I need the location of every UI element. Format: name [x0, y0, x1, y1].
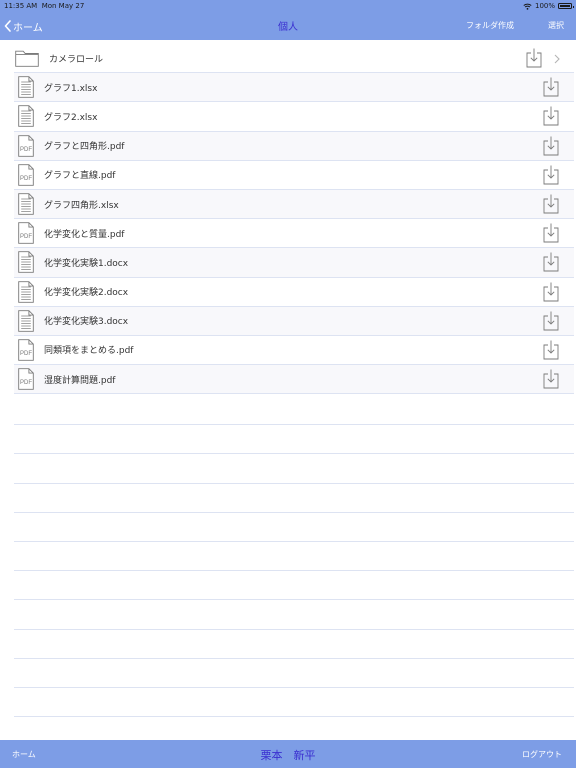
empty-row: [14, 454, 574, 484]
file-name: 化学変化実験2.docx: [44, 288, 129, 299]
download-icon[interactable]: [543, 311, 559, 331]
empty-row: [14, 513, 574, 542]
download-icon[interactable]: [543, 223, 559, 243]
folder-row[interactable]: カメラロール: [14, 44, 574, 74]
status-clock: 11:35 AM: [4, 2, 38, 10]
empty-row: [14, 600, 574, 630]
file-name: 化学変化と質量.pdf: [44, 229, 125, 240]
empty-row: [14, 659, 574, 688]
folder-icon: [15, 50, 39, 67]
download-icon[interactable]: [543, 252, 559, 272]
back-button-label: ホーム: [13, 22, 43, 34]
pdf-icon: PDF: [18, 368, 34, 390]
pdf-icon: PDF: [18, 164, 34, 186]
page-title: 個人: [278, 22, 298, 33]
status-time: 11:35 AM Mon May 27: [4, 2, 84, 10]
file-row[interactable]: 化学変化実験2.docx: [14, 278, 574, 307]
document-icon: [18, 310, 34, 332]
download-icon[interactable]: [543, 165, 559, 185]
pdf-icon: PDF: [18, 134, 34, 157]
chevron-right-icon: [554, 54, 560, 64]
status-date: Mon May 27: [41, 2, 85, 10]
pdf-badge-label: PDF: [20, 234, 32, 240]
document-icon: [18, 251, 34, 274]
file-row[interactable]: グラフ2.xlsx: [14, 102, 574, 132]
download-icon[interactable]: [526, 48, 542, 68]
download-icon[interactable]: [543, 340, 559, 360]
file-name: 同類項をまとめる.pdf: [44, 346, 134, 357]
battery-percent: 100%: [534, 2, 555, 10]
user-name: 栗本 新平: [260, 749, 316, 762]
pdf-icon: PDF: [18, 339, 34, 361]
empty-list-area: [14, 396, 574, 718]
navigation-bar: 11:35 AM Mon May 27 100% ホーム 個人 フォルダ作成 選…: [0, 0, 576, 40]
select-button[interactable]: 選択: [548, 20, 564, 31]
file-name: 湿度計算問題.pdf: [44, 375, 116, 386]
pdf-badge-label: PDF: [20, 351, 32, 357]
pdf-badge-label: PDF: [20, 380, 32, 386]
empty-row: [14, 396, 574, 426]
empty-row: [14, 571, 574, 601]
file-row[interactable]: 化学変化実験3.docx: [14, 306, 574, 336]
file-name: グラフと直線.pdf: [44, 171, 116, 182]
document-icon: [18, 280, 34, 303]
file-name: グラフ1.xlsx: [44, 83, 98, 94]
download-icon[interactable]: [543, 194, 559, 214]
file-name: 化学変化実験3.docx: [44, 317, 129, 328]
document-icon: [18, 193, 34, 215]
logout-button[interactable]: ログアウト: [522, 749, 562, 760]
file-name: 化学変化実験1.docx: [44, 258, 129, 269]
file-list: カメラロール グラフ1.xlsx グラフ2.xlsx PDF グラフと四角形.pdf PD…: [14, 44, 574, 395]
file-row[interactable]: 化学変化実験1.docx: [14, 248, 574, 278]
download-icon[interactable]: [543, 106, 559, 126]
wifi-icon: [523, 3, 532, 10]
empty-row: [14, 688, 574, 718]
back-button[interactable]: ホーム: [4, 18, 43, 34]
home-button[interactable]: ホーム: [12, 749, 36, 760]
file-row[interactable]: PDF 化学変化と質量.pdf: [14, 219, 574, 249]
file-name: グラフ四角形.xlsx: [44, 200, 119, 211]
download-icon[interactable]: [543, 369, 559, 389]
file-name: グラフ2.xlsx: [44, 112, 98, 123]
file-row[interactable]: PDF グラフと四角形.pdf: [14, 131, 574, 161]
pdf-badge-label: PDF: [20, 147, 32, 153]
battery-icon: [558, 3, 574, 9]
file-name: カメラロール: [49, 54, 104, 65]
download-icon[interactable]: [543, 136, 559, 156]
file-row[interactable]: グラフ四角形.xlsx: [14, 189, 574, 220]
empty-row: [14, 630, 574, 659]
chevron-left-icon: [4, 20, 11, 32]
file-row[interactable]: PDF グラフと直線.pdf: [14, 161, 574, 190]
pdf-badge-label: PDF: [20, 176, 32, 182]
document-icon: [18, 105, 34, 128]
status-indicators: 100%: [523, 2, 574, 10]
document-icon: [18, 76, 34, 99]
file-name: グラフと四角形.pdf: [44, 142, 125, 153]
download-icon[interactable]: [543, 282, 559, 302]
pdf-icon: PDF: [18, 222, 34, 244]
empty-row: [14, 542, 574, 572]
empty-row: [14, 425, 574, 455]
file-row[interactable]: グラフ1.xlsx: [14, 73, 574, 103]
user-name-wrap: 栗本 新平: [0, 747, 576, 763]
create-folder-button[interactable]: フォルダ作成: [466, 20, 514, 31]
file-row[interactable]: PDF 湿度計算問題.pdf: [14, 365, 574, 395]
empty-row: [14, 484, 574, 513]
bottom-toolbar: ホーム 栗本 新平 ログアウト: [0, 740, 576, 768]
download-icon[interactable]: [543, 77, 559, 97]
file-row[interactable]: PDF 同類項をまとめる.pdf: [14, 336, 574, 366]
